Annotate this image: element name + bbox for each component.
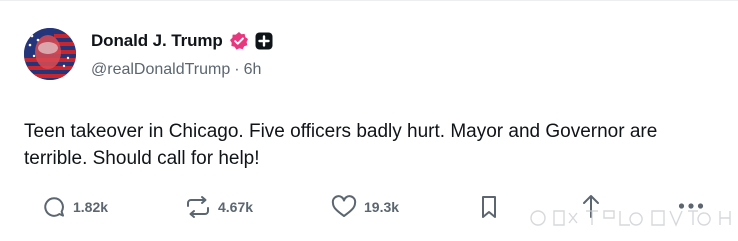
watermark: [524, 201, 738, 235]
author-handle-row: @realDonaldTrump · 6h: [91, 61, 261, 79]
repost-button[interactable]: 4.67k: [185, 195, 253, 219]
author-handle[interactable]: @realDonaldTrump: [91, 61, 230, 78]
reply-button[interactable]: 1.82k: [42, 195, 108, 219]
author-name-row: Donald J. Trump: [91, 31, 273, 51]
avatar[interactable]: [24, 28, 76, 80]
plus-badge-icon: [255, 32, 273, 50]
post-card: Donald J. Trump @realDonaldTrump · 6h Teen…: [0, 0, 738, 241]
repost-count: 4.67k: [218, 199, 254, 215]
post-timestamp[interactable]: 6h: [244, 61, 262, 78]
meta-separator: ·: [234, 61, 240, 78]
reply-icon: [44, 197, 64, 217]
like-count: 19.3k: [364, 199, 400, 215]
reply-count: 1.82k: [73, 199, 109, 215]
like-button[interactable]: 19.3k: [331, 195, 399, 219]
bookmark-icon: [482, 196, 496, 218]
repost-icon: [187, 196, 209, 218]
verified-badge-icon: [229, 31, 249, 51]
post-text: Teen takeover in Chicago. Five officers …: [24, 121, 658, 169]
author-display-name[interactable]: Donald J. Trump: [91, 31, 223, 51]
bookmark-button[interactable]: [478, 194, 500, 220]
heart-icon: [331, 195, 357, 217]
avatar-image: [24, 28, 76, 80]
